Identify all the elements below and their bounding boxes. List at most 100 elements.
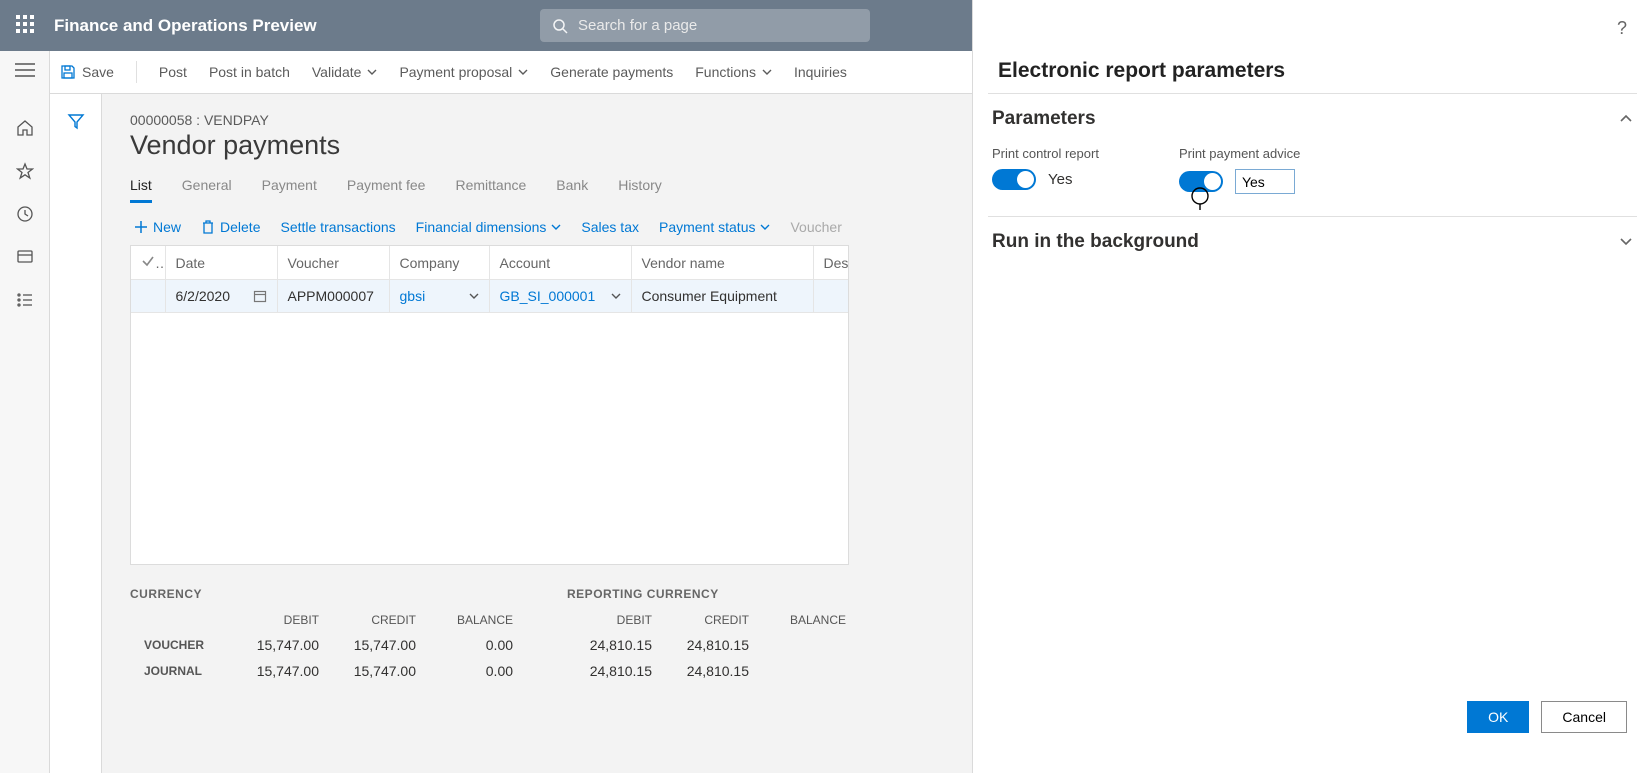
functions-menu[interactable]: Functions bbox=[695, 64, 772, 80]
reporting-journal-debit: 24,810.15 bbox=[569, 659, 664, 683]
chevron-down-icon bbox=[518, 68, 528, 76]
print-payment-advice-label: Print payment advice bbox=[1179, 146, 1300, 161]
home-icon[interactable] bbox=[16, 119, 34, 140]
tab-payment[interactable]: Payment bbox=[262, 171, 317, 203]
cell-description[interactable] bbox=[813, 280, 849, 313]
post-button[interactable]: Post bbox=[159, 64, 187, 80]
print-payment-advice-value-input[interactable] bbox=[1235, 169, 1295, 194]
hamburger-icon[interactable] bbox=[15, 62, 35, 81]
post-in-batch-button[interactable]: Post in batch bbox=[209, 64, 290, 80]
currency-voucher-balance: 0.00 bbox=[430, 633, 525, 657]
grid-toolbar: New Delete Settle transactions Financial… bbox=[102, 203, 877, 245]
global-search[interactable] bbox=[540, 9, 870, 42]
section-run-in-background-header[interactable]: Run in the background bbox=[988, 217, 1637, 267]
page-title: Vendor payments bbox=[102, 128, 877, 171]
print-payment-advice-toggle[interactable] bbox=[1179, 171, 1223, 192]
chevron-down-icon bbox=[1619, 237, 1633, 247]
currency-label: CURRENCY bbox=[130, 587, 527, 601]
section-parameters-header[interactable]: Parameters bbox=[988, 94, 1637, 144]
trash-icon bbox=[201, 220, 215, 234]
chevron-down-icon[interactable] bbox=[469, 292, 479, 300]
row-select[interactable] bbox=[131, 280, 165, 313]
tab-payment-fee[interactable]: Payment fee bbox=[347, 171, 426, 203]
calendar-icon[interactable] bbox=[253, 289, 267, 303]
print-control-report-value: Yes bbox=[1048, 171, 1072, 188]
column-date[interactable]: Date bbox=[165, 246, 277, 280]
sales-tax-button[interactable]: Sales tax bbox=[581, 219, 639, 235]
debit-header: DEBIT bbox=[236, 609, 331, 631]
cell-date[interactable]: 6/2/2020 bbox=[165, 280, 277, 313]
debit-header: DEBIT bbox=[569, 609, 664, 631]
search-input[interactable] bbox=[578, 17, 858, 34]
search-icon bbox=[552, 18, 568, 34]
section-parameters: Parameters Print control report Yes Prin… bbox=[988, 93, 1637, 217]
ok-button[interactable]: OK bbox=[1467, 701, 1529, 733]
tab-history[interactable]: History bbox=[618, 171, 662, 203]
column-description[interactable]: Description bbox=[813, 246, 849, 280]
balance-header: BALANCE bbox=[763, 609, 858, 631]
chevron-down-icon[interactable] bbox=[611, 292, 621, 300]
favorites-icon[interactable] bbox=[16, 162, 34, 183]
reporting-voucher-balance bbox=[763, 633, 858, 657]
check-icon bbox=[141, 254, 155, 268]
voucher-button: Voucher bbox=[790, 219, 841, 235]
currency-journal-credit: 15,747.00 bbox=[333, 659, 428, 683]
tab-general[interactable]: General bbox=[182, 171, 232, 203]
workspaces-icon[interactable] bbox=[16, 248, 34, 269]
lines-grid[interactable]: Date Voucher Company Account Vendor name… bbox=[130, 245, 849, 565]
chevron-down-icon bbox=[762, 68, 772, 76]
cell-company[interactable]: gbsi bbox=[389, 280, 489, 313]
recent-icon[interactable] bbox=[16, 205, 34, 226]
tab-bank[interactable]: Bank bbox=[556, 171, 588, 203]
save-button[interactable]: Save bbox=[60, 64, 114, 80]
cancel-button[interactable]: Cancel bbox=[1541, 701, 1627, 733]
dialog-electronic-report-parameters: ? Electronic report parameters Parameter… bbox=[972, 0, 1652, 773]
currency-voucher-debit: 15,747.00 bbox=[236, 633, 331, 657]
new-button[interactable]: New bbox=[134, 219, 181, 235]
financial-dimensions-menu[interactable]: Financial dimensions bbox=[416, 219, 562, 235]
tab-remittance[interactable]: Remittance bbox=[455, 171, 526, 203]
main-content: 00000058 : VENDPAY Vendor payments List … bbox=[102, 94, 877, 773]
field-print-control-report: Print control report Yes bbox=[992, 146, 1099, 194]
help-icon[interactable]: ? bbox=[1617, 18, 1627, 39]
settle-transactions-button[interactable]: Settle transactions bbox=[280, 219, 395, 235]
app-launcher-icon[interactable] bbox=[16, 15, 38, 37]
cell-vendor-name[interactable]: Consumer Equipment bbox=[631, 280, 813, 313]
section-run-in-background: Run in the background bbox=[988, 217, 1637, 267]
payment-proposal-menu[interactable]: Payment proposal bbox=[399, 64, 528, 80]
plus-icon bbox=[134, 220, 148, 234]
balance-header: BALANCE bbox=[430, 609, 525, 631]
reporting-journal-balance bbox=[763, 659, 858, 683]
column-vendor-name[interactable]: Vendor name bbox=[631, 246, 813, 280]
validate-menu[interactable]: Validate bbox=[312, 64, 378, 80]
chevron-down-icon bbox=[551, 223, 561, 231]
filter-pane-collapsed[interactable] bbox=[50, 94, 102, 773]
credit-header: CREDIT bbox=[333, 609, 428, 631]
payment-status-menu[interactable]: Payment status bbox=[659, 219, 771, 235]
dialog-title: Electronic report parameters bbox=[988, 53, 1637, 93]
print-control-report-label: Print control report bbox=[992, 146, 1099, 161]
field-print-payment-advice: Print payment advice bbox=[1179, 146, 1300, 194]
delete-button[interactable]: Delete bbox=[201, 219, 260, 235]
column-company[interactable]: Company bbox=[389, 246, 489, 280]
currency-journal-debit: 15,747.00 bbox=[236, 659, 331, 683]
row-voucher-label: VOUCHER bbox=[132, 633, 234, 657]
cell-voucher[interactable]: APPM000007 bbox=[277, 280, 389, 313]
save-icon bbox=[60, 64, 76, 80]
column-select-all[interactable] bbox=[131, 246, 165, 280]
form-tabs: List General Payment Payment fee Remitta… bbox=[102, 171, 877, 203]
table-row[interactable]: 6/2/2020 APPM000007 gbsi GB_SI_00000 bbox=[131, 280, 849, 313]
inquiries-menu[interactable]: Inquiries bbox=[794, 64, 847, 80]
modules-icon[interactable] bbox=[16, 291, 34, 312]
print-control-report-toggle[interactable] bbox=[992, 169, 1036, 190]
column-voucher[interactable]: Voucher bbox=[277, 246, 389, 280]
reporting-journal-credit: 24,810.15 bbox=[666, 659, 761, 683]
column-account[interactable]: Account bbox=[489, 246, 631, 280]
filter-icon bbox=[67, 112, 85, 130]
left-nav-rail bbox=[0, 51, 50, 773]
chevron-up-icon bbox=[1619, 114, 1633, 124]
tab-list[interactable]: List bbox=[130, 171, 152, 203]
reporting-voucher-credit: 24,810.15 bbox=[666, 633, 761, 657]
cell-account[interactable]: GB_SI_000001 bbox=[489, 280, 631, 313]
generate-payments-button[interactable]: Generate payments bbox=[550, 64, 673, 80]
